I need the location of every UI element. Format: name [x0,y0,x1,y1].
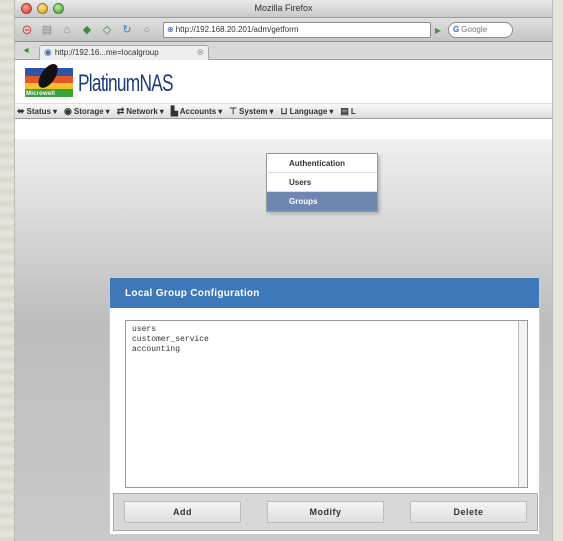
delete-button[interactable]: Delete [410,501,527,523]
desktop-background-right [553,0,563,541]
menu-log[interactable]: ▤ L [340,106,355,117]
product-brand: PlatinumNAS [78,70,174,97]
log-icon: ▤ [340,105,349,116]
tab-favicon-icon: ◉ [44,47,52,57]
menu-system[interactable]: ⊤ System ▾ [229,106,273,117]
dropdown-item-users[interactable]: Users [267,173,377,192]
tab-title: http://192.16...me=localgroup [54,48,159,57]
dropdown-item-authentication[interactable]: Authentication [267,154,377,173]
google-icon: G [453,25,460,34]
panel-title: Local Group Configuration [110,278,539,308]
site-icon: ⊕ [167,25,174,34]
menu-language[interactable]: ⊔ Language ▾ [281,106,334,117]
stop-icon[interactable]: ⊝ [19,22,35,38]
language-icon: ⊔ [280,105,288,116]
home-icon[interactable]: ⌂ [59,22,75,38]
new-tab-icon[interactable]: ◂ [19,44,33,58]
main-menu: ⬌ Status ▾ ◉ Storage ▾ ⇄ Network ▾ ▙ Account… [15,104,552,119]
menu-accounts[interactable]: ▙ Accounts ▾ [171,106,222,117]
list-item[interactable]: accounting [132,345,521,355]
browser-tab[interactable]: ◉ http://192.16...me=localgroup ⊗ [39,44,209,60]
list-item[interactable]: users [132,325,521,335]
menu-network[interactable]: ⇄ Network ▾ [117,106,164,117]
button-row: Add Modify Delete [113,493,538,531]
stop-loading-icon[interactable]: ○ [139,22,155,38]
tab-close-icon[interactable]: ⊗ [196,47,204,58]
address-bar[interactable]: ⊕ http://192.168.20.201/adm/getform [163,21,431,38]
menu-storage[interactable]: ◉ Storage ▾ [64,106,110,117]
window-title: Mozilla Firefox [254,3,313,13]
desktop-background-left [0,0,14,541]
menu-status[interactable]: ⬌ Status ▾ [17,106,57,117]
list-item[interactable]: customer_service [132,335,521,345]
reload-icon[interactable]: ↻ [119,22,135,38]
tab-bar: ◂ ◉ http://192.16...me=localgroup ⊗ [15,42,552,60]
navigation-toolbar: ⊝ ▤ ⌂ ◆ ◇ ↻ ○ ⊕ http://192.168.20.201/ad… [15,18,552,42]
accounts-icon: ▙ [170,105,178,116]
dropdown-item-groups[interactable]: Groups [267,192,377,211]
search-box[interactable]: G Google [448,21,514,38]
print-icon[interactable]: ▤ [39,22,55,38]
disk-icon: ◉ [64,105,72,116]
go-icon[interactable]: ▸ [435,23,441,37]
page-header: ⬮ Microwell PlatinumNAS [15,60,552,104]
accounts-dropdown: Authentication Users Groups [266,153,378,212]
modify-button[interactable]: Modify [267,501,384,523]
group-config-panel: Local Group Configuration users customer… [109,277,540,535]
add-button[interactable]: Add [124,501,241,523]
system-icon: ⊤ [229,105,238,116]
forward-icon[interactable]: ◇ [99,22,115,38]
address-text: http://192.168.20.201/adm/getform [175,25,299,34]
company-logo: ⬮ Microwell [25,60,75,99]
listbox-scrollbar[interactable] [518,321,527,487]
logo-label: Microwell [26,91,56,97]
back-icon[interactable]: ◆ [79,22,95,38]
browser-window: Mozilla Firefox ⊝ ▤ ⌂ ◆ ◇ ↻ ○ ⊕ http://1… [14,0,553,541]
window-titlebar: Mozilla Firefox [15,0,552,18]
arrow-icon: ⬌ [17,105,25,116]
search-placeholder: Google [461,25,488,34]
group-listbox[interactable]: users customer_service accounting [125,320,528,488]
network-icon: ⇄ [116,105,125,116]
